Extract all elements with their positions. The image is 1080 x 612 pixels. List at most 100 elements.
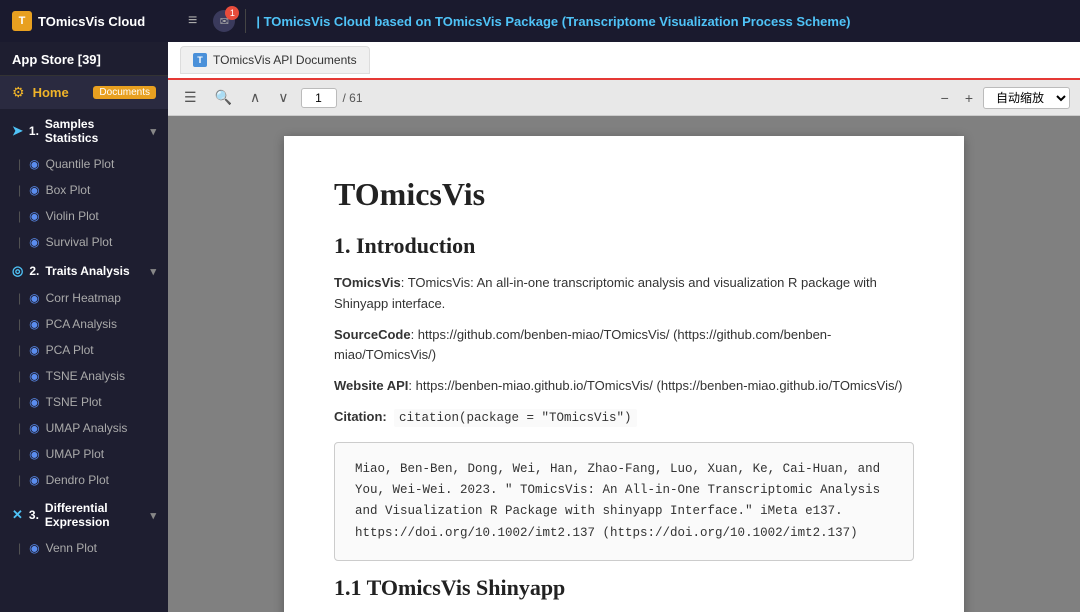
pdf-content[interactable]: TOmicsVis 1. Introduction TOmicsVis: TOm… xyxy=(168,116,1080,612)
survival-icon: ◉ xyxy=(29,235,39,249)
tab-icon: T xyxy=(193,53,207,67)
violin-icon: ◉ xyxy=(29,209,39,223)
dendro-plot-label: Dendro Plot xyxy=(46,473,109,487)
pdf-website-text: : https://benben-miao.github.io/TOmicsVi… xyxy=(408,378,902,393)
pdf-intro-bold: TOmicsVis xyxy=(334,275,401,290)
pca-analysis-icon: ◉ xyxy=(29,317,39,331)
box-icon: ◉ xyxy=(29,183,39,197)
pdf-citation-block: Miao, Ben-Ben, Dong, Wei, Han, Zhao-Fang… xyxy=(334,442,914,561)
pdf-website-bold: Website API xyxy=(334,378,408,393)
pca-analysis-label: PCA Analysis xyxy=(46,317,117,331)
section-traits-analysis: ◎ 2. Traits Analysis ▾ | ◉ Corr Heatmap … xyxy=(0,255,168,493)
sidebar-item-dendro-plot[interactable]: | ◉ Dendro Plot xyxy=(0,467,168,493)
page-number-input[interactable] xyxy=(301,88,337,108)
sidebar-item-survival-plot[interactable]: | ◉ Survival Plot xyxy=(0,229,168,255)
section3-label: Differential Expression xyxy=(45,501,145,529)
section2-number: 2. xyxy=(29,264,39,278)
pdf-intro-paragraph: TOmicsVis: TOmicsVis: An all-in-one tran… xyxy=(334,273,914,315)
content-area: T TOmicsVis API Documents ☰ 🔍 ∧ ∨ / 61 −… xyxy=(168,42,1080,612)
home-icon: ⚙ xyxy=(12,84,25,101)
venn-icon: ◉ xyxy=(29,541,39,555)
umap-analysis-icon: ◉ xyxy=(29,421,39,435)
sidebar-item-umap-analysis[interactable]: | ◉ UMAP Analysis xyxy=(0,415,168,441)
pdf-section11-title: 1.1 TOmicsVis Shinyapp xyxy=(334,575,914,601)
tab-label: TOmicsVis API Documents xyxy=(213,53,357,67)
sidebar-item-corr-heatmap[interactable]: | ◉ Corr Heatmap xyxy=(0,285,168,311)
zoom-controls: − + 自动缩放 xyxy=(935,87,1070,109)
dendro-icon: ◉ xyxy=(29,473,39,487)
tsne-plot-icon: ◉ xyxy=(29,395,39,409)
section1-chevron: ▾ xyxy=(150,125,156,138)
umap-plot-label: UMAP Plot xyxy=(46,447,104,461)
app-name: TOmicsVis Cloud xyxy=(38,14,145,29)
quantile-plot-label: Quantile Plot xyxy=(46,157,115,171)
corr-icon: ◉ xyxy=(29,291,39,305)
app-logo: T TOmicsVis Cloud xyxy=(12,11,172,31)
app-store-header: App Store [39] xyxy=(0,42,168,76)
section-samples-header[interactable]: ➤ 1. Samples Statistics ▾ xyxy=(0,109,168,151)
sidebar-toggle-button[interactable]: ☰ xyxy=(178,86,203,109)
quantile-icon: ◉ xyxy=(29,157,39,171)
section-differential-expression: ✕ 3. Differential Expression ▾ | ◉ Venn … xyxy=(0,493,168,561)
section-samples-statistics: ➤ 1. Samples Statistics ▾ | ◉ Quantile P… xyxy=(0,109,168,255)
section3-icon: ✕ xyxy=(12,507,23,523)
box-plot-label: Box Plot xyxy=(46,183,91,197)
search-button[interactable]: 🔍 xyxy=(209,86,238,109)
section1-icon: ➤ xyxy=(12,123,23,139)
tsne-analysis-label: TSNE Analysis xyxy=(46,369,125,383)
next-page-button[interactable]: ∨ xyxy=(272,86,294,109)
doc-tab-api[interactable]: T TOmicsVis API Documents xyxy=(180,46,370,74)
zoom-in-button[interactable]: + xyxy=(959,87,979,109)
notification-icon[interactable]: ✉ 1 xyxy=(213,10,235,32)
sidebar-item-quantile-plot[interactable]: | ◉ Quantile Plot xyxy=(0,151,168,177)
sidebar-item-venn-plot[interactable]: | ◉ Venn Plot xyxy=(0,535,168,561)
section1-label: Samples Statistics xyxy=(45,117,145,145)
zoom-select[interactable]: 自动缩放 xyxy=(983,87,1070,109)
section-diff-header[interactable]: ✕ 3. Differential Expression ▾ xyxy=(0,493,168,535)
venn-plot-label: Venn Plot xyxy=(46,541,97,555)
top-bar-divider xyxy=(245,9,246,33)
home-button[interactable]: ⚙ Home Documents xyxy=(0,76,168,109)
pdf-main-title: TOmicsVis xyxy=(334,176,914,213)
pdf-sourcecode-bold: SourceCode xyxy=(334,327,411,342)
sidebar-item-violin-plot[interactable]: | ◉ Violin Plot xyxy=(0,203,168,229)
doc-tab-bar: T TOmicsVis API Documents xyxy=(168,42,1080,80)
main-layout: App Store [39] ⚙ Home Documents ➤ 1. Sam… xyxy=(0,42,1080,612)
sidebar-item-pca-analysis[interactable]: | ◉ PCA Analysis xyxy=(0,311,168,337)
pdf-sourcecode-paragraph: SourceCode: https://github.com/benben-mi… xyxy=(334,325,914,367)
top-bar: T TOmicsVis Cloud ≡ ✉ 1 | TOmicsVis Clou… xyxy=(0,0,1080,42)
pdf-page: TOmicsVis 1. Introduction TOmicsVis: TOm… xyxy=(284,136,964,612)
violin-plot-label: Violin Plot xyxy=(46,209,99,223)
section-traits-header[interactable]: ◎ 2. Traits Analysis ▾ xyxy=(0,255,168,285)
sidebar-item-box-plot[interactable]: | ◉ Box Plot xyxy=(0,177,168,203)
sidebar-item-tsne-plot[interactable]: | ◉ TSNE Plot xyxy=(0,389,168,415)
notification-badge: 1 xyxy=(225,6,239,20)
sidebar-item-umap-plot[interactable]: | ◉ UMAP Plot xyxy=(0,441,168,467)
logo-icon: T xyxy=(12,11,32,31)
section2-label: Traits Analysis xyxy=(45,264,129,278)
sidebar-item-pca-plot[interactable]: | ◉ PCA Plot xyxy=(0,337,168,363)
sidebar: App Store [39] ⚙ Home Documents ➤ 1. Sam… xyxy=(0,42,168,612)
pdf-citation-paragraph: Citation: citation(package = "TOmicsVis"… xyxy=(334,407,914,428)
section3-chevron: ▾ xyxy=(150,509,156,522)
home-label: Home xyxy=(33,85,69,100)
section1-number: 1. xyxy=(29,124,39,138)
umap-analysis-label: UMAP Analysis xyxy=(46,421,128,435)
tsne-analysis-icon: ◉ xyxy=(29,369,39,383)
pca-plot-label: PCA Plot xyxy=(46,343,94,357)
pdf-citation-code: citation(package = "TOmicsVis") xyxy=(394,409,637,427)
survival-plot-label: Survival Plot xyxy=(46,235,113,249)
corr-heatmap-label: Corr Heatmap xyxy=(46,291,121,305)
pdf-intro-text: : TOmicsVis: An all-in-one transcriptomi… xyxy=(334,275,877,311)
pdf-citation-bold: Citation: xyxy=(334,409,387,424)
prev-page-button[interactable]: ∧ xyxy=(244,86,266,109)
page-total: / 61 xyxy=(343,91,363,105)
sidebar-item-tsne-analysis[interactable]: | ◉ TSNE Analysis xyxy=(0,363,168,389)
zoom-out-button[interactable]: − xyxy=(935,87,955,109)
pdf-website-paragraph: Website API: https://benben-miao.github.… xyxy=(334,376,914,397)
pdf-toolbar: ☰ 🔍 ∧ ∨ / 61 − + 自动缩放 xyxy=(168,80,1080,116)
umap-plot-icon: ◉ xyxy=(29,447,39,461)
hamburger-button[interactable]: ≡ xyxy=(182,10,203,32)
section2-chevron: ▾ xyxy=(150,265,156,278)
pca-plot-icon: ◉ xyxy=(29,343,39,357)
